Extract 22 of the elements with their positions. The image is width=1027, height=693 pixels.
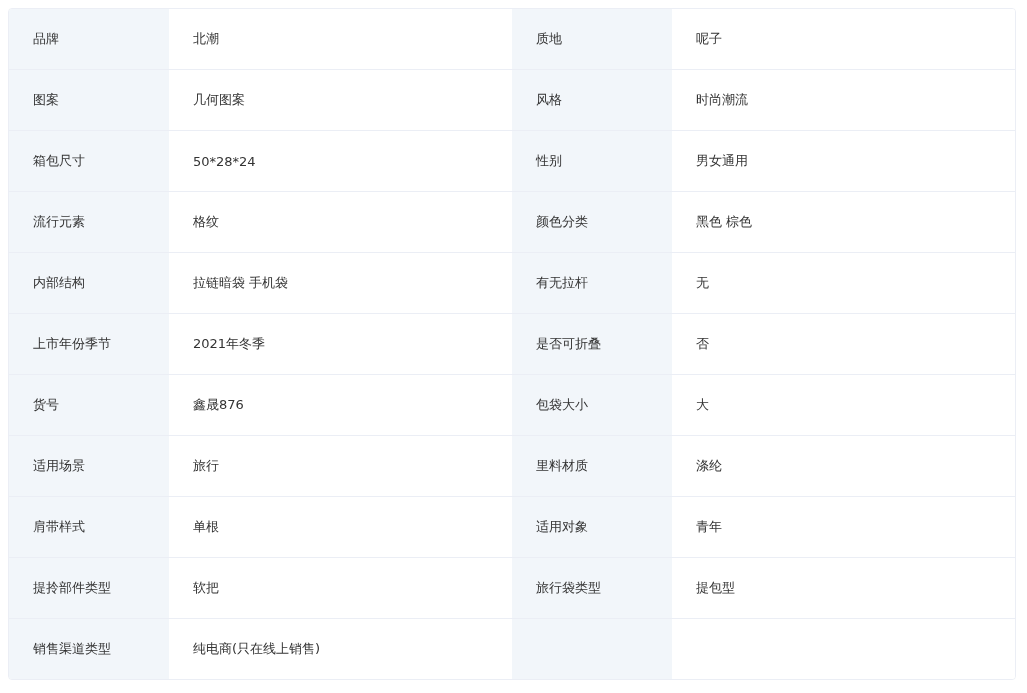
spec-label-cell: 旅行袋类型 — [512, 558, 672, 619]
spec-label-cell: 上市年份季节 — [9, 314, 169, 375]
spec-label-cell: 货号 — [9, 375, 169, 436]
spec-label-cell: 有无拉杆 — [512, 253, 672, 314]
spec-label-cell: 适用场景 — [9, 436, 169, 497]
spec-label-cell: 颜色分类 — [512, 192, 672, 253]
spec-label-cell: 包袋大小 — [512, 375, 672, 436]
spec-label-cell: 箱包尺寸 — [9, 131, 169, 192]
spec-label-cell: 图案 — [9, 70, 169, 131]
spec-label-cell: 适用对象 — [512, 497, 672, 558]
spec-label-cell: 质地 — [512, 9, 672, 70]
spec-label-cell: 风格 — [512, 70, 672, 131]
spec-label-cell: 里料材质 — [512, 436, 672, 497]
spec-label-cell: 提拎部件类型 — [9, 558, 169, 619]
spec-label-cell: 流行元素 — [9, 192, 169, 253]
spec-label-cell: 销售渠道类型 — [9, 619, 169, 679]
spec-label-cell: 品牌 — [9, 9, 169, 70]
spec-label-cell: 肩带样式 — [9, 497, 169, 558]
spec-label-cell: 是否可折叠 — [512, 314, 672, 375]
spec-value-cell: 呢子 — [672, 9, 1015, 70]
spec-label-cell: 内部结构 — [9, 253, 169, 314]
spec-label-cell: 性别 — [512, 131, 672, 192]
